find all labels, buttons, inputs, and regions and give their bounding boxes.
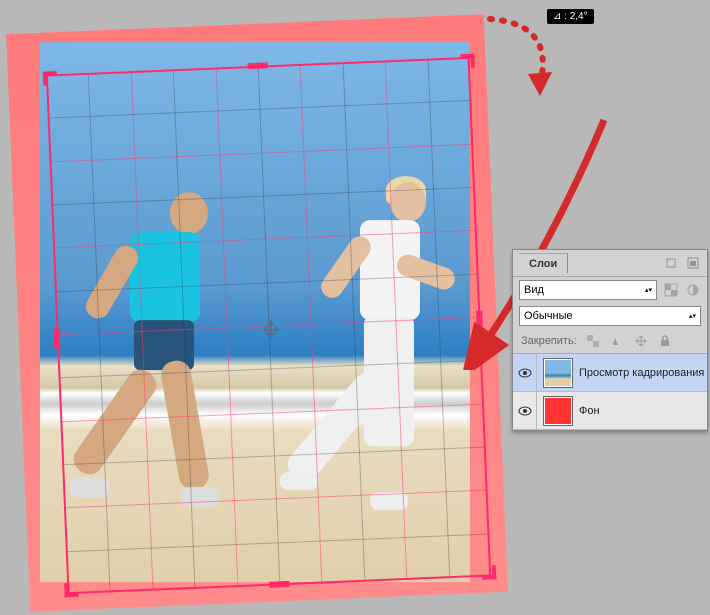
panel-menu-icon-2[interactable] [685,255,701,271]
layer-kind-dropdown[interactable]: Вид ▴▾ [519,280,657,300]
crop-handle-left[interactable] [53,328,60,348]
layer-thumbnail[interactable] [543,358,573,388]
layer-visibility-toggle[interactable] [513,354,537,391]
layers-panel-tab[interactable]: Слои [519,253,568,273]
crop-handle-right[interactable] [476,311,483,331]
blend-mode-value: Обычные [524,310,573,322]
layers-panel: Слои Вид ▴▾ Обычные ▴▾ Закрепить: [512,249,708,431]
layer-name-label[interactable]: Фон [579,405,600,417]
filter-adjust-icon[interactable] [685,282,701,298]
lock-transparency-icon[interactable] [585,333,601,349]
layer-item[interactable]: Просмотр кадрирования [513,354,707,392]
layer-thumbnail[interactable] [543,396,573,426]
layer-kind-label: Вид [524,284,544,296]
canvas-background [6,14,508,612]
lock-position-icon[interactable] [633,333,649,349]
layer-list: Просмотр кадрирования Фон [513,354,707,430]
panel-menu-icon-1[interactable] [663,255,679,271]
filter-pixels-icon[interactable] [663,282,679,298]
crop-handle-bottom[interactable] [269,581,289,588]
eye-icon [518,406,532,416]
eye-icon [518,368,532,378]
crop-handle-bottom-left[interactable] [64,583,79,598]
layer-name-label[interactable]: Просмотр кадрирования [579,367,704,379]
lock-all-icon[interactable] [657,333,673,349]
layer-visibility-toggle[interactable] [513,392,537,429]
crop-handle-top-left[interactable] [43,71,58,86]
lock-pixels-icon[interactable] [609,333,625,349]
dropdown-arrows-icon: ▴▾ [645,288,652,293]
crop-handle-bottom-right[interactable] [482,565,497,580]
dropdown-arrows-icon: ▴▾ [689,314,696,319]
layer-item[interactable]: Фон [513,392,707,430]
annotation-dotted-arrow [470,4,570,114]
crop-handle-top[interactable] [248,62,268,69]
blend-mode-dropdown[interactable]: Обычные ▴▾ [519,306,701,326]
lock-label: Закрепить: [521,335,577,347]
